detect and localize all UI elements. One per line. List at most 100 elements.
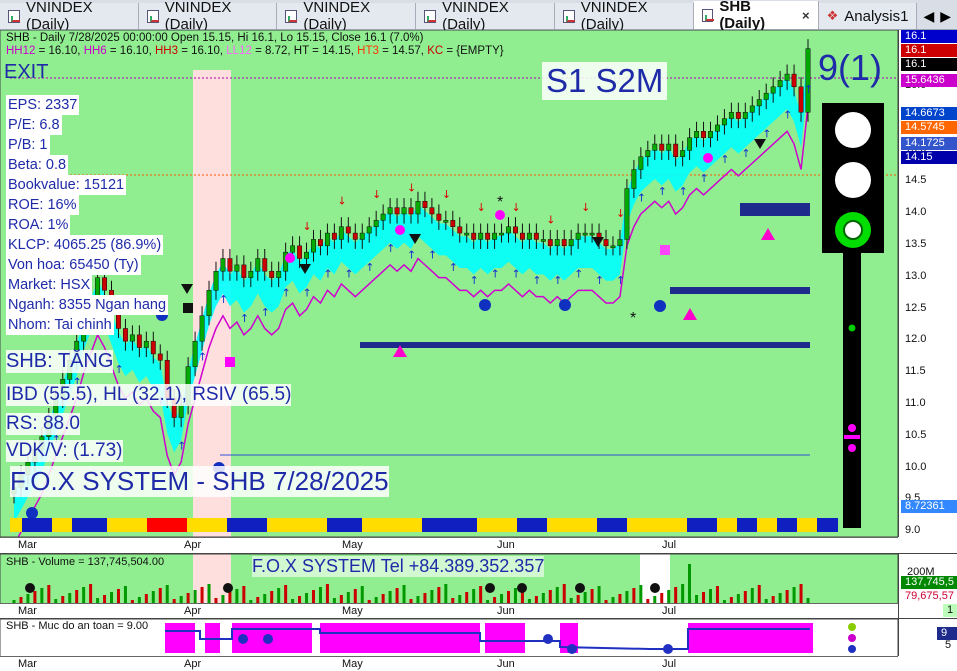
- price-tag: 8.72361: [901, 500, 957, 513]
- price-tick: 9.0: [905, 524, 921, 537]
- volume-axis[interactable]: 200M 137,745,5 79,675,57: [898, 553, 957, 603]
- safety-axis-label: 5: [945, 639, 952, 651]
- down-arrow: ↓: [442, 188, 451, 201]
- volume-bar: [82, 587, 86, 604]
- candle-body: [666, 143, 672, 151]
- tab-shb[interactable]: SHB (Daily) ×: [693, 0, 819, 32]
- safety-zone: [688, 623, 813, 653]
- volume-bar: [89, 584, 93, 604]
- info-circle: [26, 507, 38, 519]
- candle-body: [241, 264, 247, 278]
- strip-segment: [227, 518, 267, 532]
- strip-segment: [147, 518, 187, 532]
- price-axis[interactable]: 16.015.515.014.514.013.513.012.512.011.5…: [898, 30, 957, 537]
- tab-analysis1[interactable]: ❖ Analysis1: [818, 3, 918, 29]
- price-tick: 11.0: [905, 397, 926, 409]
- rs-status: RS: 88.0: [6, 413, 80, 435]
- analysis-icon: ❖: [826, 8, 839, 23]
- pole-dot: [848, 424, 856, 432]
- tab-vnindex-5[interactable]: VNINDEX (Daily): [554, 0, 694, 33]
- volume-bar: [715, 586, 719, 604]
- month-label: May: [342, 539, 363, 551]
- price-tick: 10.5: [905, 428, 927, 441]
- price-tick: 13.5: [905, 238, 927, 250]
- up-arrow: ↑: [386, 242, 395, 255]
- strip-segment: [627, 518, 687, 532]
- month-axis-volume: Mar Apr May Jun Jul: [0, 603, 898, 618]
- volume-bar: [639, 585, 643, 604]
- volume-bar: [681, 584, 685, 604]
- candle-body: [290, 245, 296, 253]
- safety-panel[interactable]: SHB - Muc do an toan = 9.00: [0, 618, 898, 657]
- candle-body: [150, 340, 156, 355]
- volume-dot: [517, 583, 527, 593]
- price-tick: 14.5: [905, 174, 927, 187]
- candle-body: [129, 334, 135, 342]
- chevron-left-icon[interactable]: ◀: [923, 8, 934, 25]
- close-icon[interactable]: ×: [802, 8, 810, 23]
- volume-bar: [311, 590, 315, 604]
- safety-dot: [543, 634, 553, 644]
- header-part: LL12: [226, 45, 252, 57]
- safety-dot-right: [848, 634, 856, 642]
- volume-bar: [165, 585, 169, 604]
- marker-square: [660, 245, 670, 255]
- candle-body: [540, 239, 546, 242]
- up-arrow: ↑: [491, 268, 500, 281]
- fundamental-item: KLCP: 4065.25 (86.9%): [6, 235, 164, 255]
- month-label: May: [342, 658, 363, 670]
- candle-body: [749, 105, 755, 113]
- safety-dot: [238, 634, 248, 644]
- volume-bar: [284, 585, 288, 604]
- volume-tag-up: 137,745,5: [901, 576, 957, 589]
- pole-dot: [848, 324, 856, 332]
- month-axis-safety: Mar Apr May Jun Jul: [0, 656, 898, 671]
- up-arrow: ↑: [720, 153, 729, 166]
- candle-body: [450, 220, 456, 227]
- strip-segment: [757, 518, 777, 532]
- month-label: Mar: [18, 605, 37, 617]
- volume-panel[interactable]: SHB - Volume = 137,745,504.00 F.O.X SYST…: [0, 553, 898, 604]
- candle-body: [763, 92, 769, 100]
- tab-vnindex-3[interactable]: VNINDEX (Daily): [277, 0, 417, 33]
- strip-segment: [737, 518, 757, 532]
- candle-body: [436, 213, 442, 221]
- month-label: Apr: [184, 539, 202, 551]
- strip-segment: [477, 518, 517, 532]
- tab-vnindex-1[interactable]: VNINDEX (Daily): [0, 0, 139, 33]
- tab-vnindex-4[interactable]: VNINDEX (Daily): [416, 0, 555, 33]
- light-mid: [835, 162, 871, 198]
- fundamental-item: P/B: 1: [6, 135, 50, 155]
- volume-dot: [575, 583, 585, 593]
- candle-body: [373, 220, 379, 227]
- safety-dot: [263, 634, 273, 644]
- candle-body: [443, 220, 449, 223]
- candle-body: [575, 232, 581, 240]
- ibd-status: IBD (55.5), HL (32.1), RSIV (65.5): [6, 384, 292, 406]
- candle-body: [136, 334, 142, 348]
- safety-axis[interactable]: 9 5: [898, 618, 957, 656]
- up-arrow: ↑: [407, 249, 416, 262]
- price-panel[interactable]: ↑ ↑ ↑ ↑ ↑ ↑ ↑ ↑ ↑ ↑ ↑ ↑ ↑ ↓ ↑ ↓ ↑ ↑ ↓ ↑ ↑ ↓ ↑ ↓ ↑ ↑ ↓ ↑ ↑ ↓ ↑ ↓ ↑ ↑ ↓ ↑ ↑ ↓ ↑ ↑…: [0, 30, 898, 537]
- price-tag: 16.1: [901, 44, 957, 57]
- tab-vnindex-2[interactable]: VNINDEX (Daily): [138, 0, 278, 33]
- volume-bar: [437, 587, 441, 604]
- up-arrow: ↑: [658, 185, 667, 198]
- header-part: KC: [427, 45, 444, 57]
- volume-bar: [325, 584, 329, 604]
- signal-dot: [285, 253, 295, 263]
- info-circle: [654, 300, 666, 312]
- month-label: Jul: [662, 658, 677, 670]
- safety-zone: [320, 623, 480, 653]
- candle-body: [631, 169, 637, 189]
- safety-dot-right: [848, 645, 856, 653]
- price-tag: 14.5745: [901, 121, 957, 134]
- price-tick: 10.0: [905, 460, 927, 473]
- candle-body: [345, 226, 351, 234]
- candle-body: [262, 258, 268, 272]
- month-label: Jul: [662, 605, 677, 617]
- chevron-right-icon[interactable]: ▶: [940, 8, 951, 25]
- volume-bar: [548, 590, 552, 604]
- signal-dot: [495, 210, 505, 220]
- up-arrow: ↑: [449, 261, 458, 274]
